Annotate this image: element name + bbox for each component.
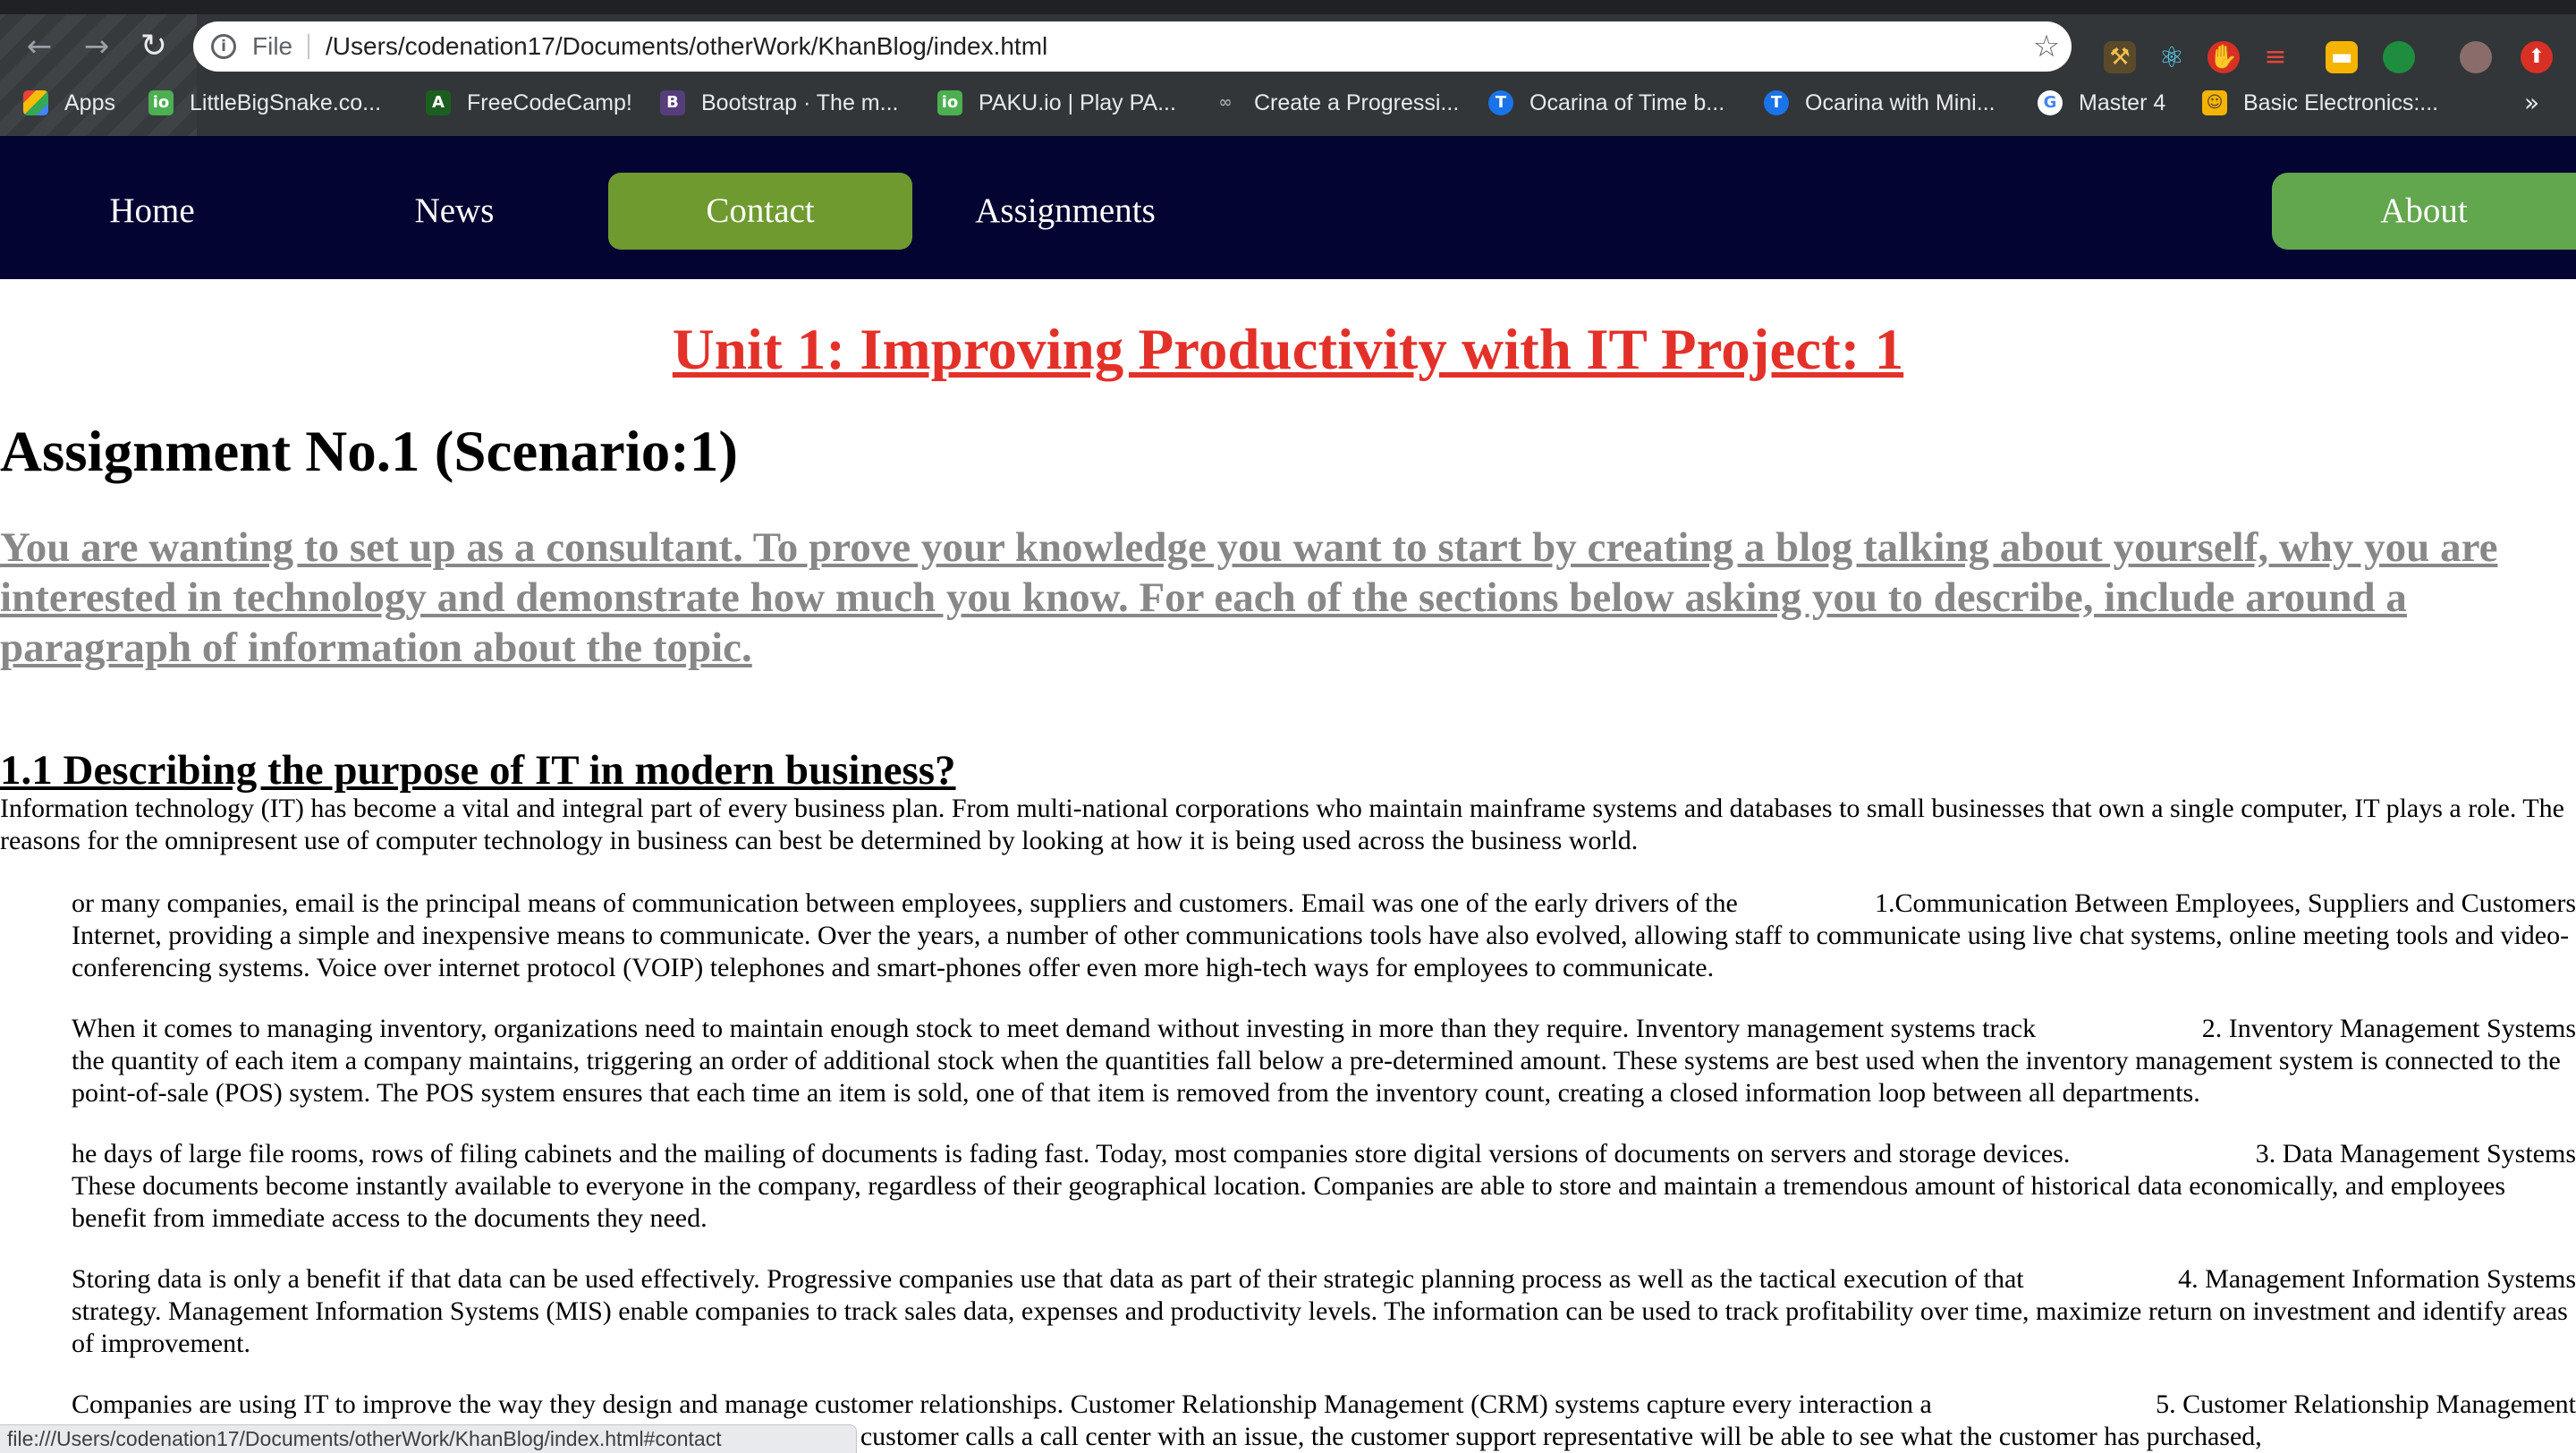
stop-hand-extension-icon[interactable]: ✋ — [2207, 41, 2240, 73]
reload-icon[interactable]: ↻ — [134, 27, 174, 66]
bookmarks-bar: Apps io LittleBigSnake.co... A FreeCodeC… — [0, 82, 2576, 123]
unit-title: Unit 1: Improving Productivity with IT P… — [672, 318, 1904, 382]
address-bar[interactable]: i File /Users/codenation17/Documents/oth… — [193, 21, 2072, 72]
block-body-text: Internet, providing a simple and inexpen… — [72, 921, 2570, 982]
profile-avatar[interactable] — [2460, 41, 2492, 73]
progressive-icon: ∞ — [1218, 93, 1233, 112]
page-content: Unit 1: Improving Productivity with IT P… — [0, 279, 2576, 1453]
electronics-icon: ☺ — [2202, 90, 2227, 115]
address-url[interactable]: /Users/codenation17/Documents/otherWork/… — [326, 21, 1047, 72]
info-block-inventory: When it comes to managing inventory, org… — [72, 1013, 2576, 1109]
block-body-text: These documents become instantly availab… — [72, 1171, 2506, 1233]
block-side-label: 4. Management Information Systems — [2178, 1263, 2576, 1296]
bookmark-star-icon[interactable]: ☆ — [2027, 27, 2066, 66]
update-arrow-icon[interactable]: ⬆ — [2521, 41, 2553, 73]
bookmark-freecodecamp[interactable]: A FreeCodeCamp! — [426, 82, 632, 123]
info-block-data-management: he days of large file rooms, rows of fil… — [72, 1138, 2576, 1235]
browser-chrome: ← → ↻ i File /Users/codenation17/Documen… — [0, 0, 2576, 136]
bookmark-label: Bootstrap · The m... — [701, 89, 899, 115]
block-side-label: 3. Data Management Systems — [2255, 1138, 2576, 1170]
paku-icon: io — [937, 90, 962, 115]
react-devtools-icon[interactable]: ⚛ — [2156, 41, 2188, 73]
bookmark-label: Master 4 — [2079, 89, 2166, 115]
section-heading: 1.1 Describing the purpose of IT in mode… — [0, 747, 956, 794]
block-side-label: 2. Inventory Management Systems — [2201, 1013, 2576, 1045]
bookmark-label: Create a Progressi... — [1254, 89, 1460, 115]
menu-lines-extension-icon[interactable]: ≡ — [2259, 41, 2292, 73]
bookmark-label: Ocarina of Time b... — [1530, 89, 1725, 115]
back-arrow-icon[interactable]: ← — [20, 27, 59, 66]
address-separator — [308, 34, 309, 59]
bookmark-label: FreeCodeCamp! — [467, 89, 632, 115]
google-icon: G — [2038, 90, 2063, 115]
block-side-label: 1.Communication Between Employees, Suppl… — [1874, 888, 2576, 920]
bookmark-ocarina-time[interactable]: T Ocarina of Time b... — [1488, 82, 1724, 123]
bookmark-label: PAKU.io | Play PA... — [979, 89, 1176, 115]
bootstrap-icon: B — [660, 90, 685, 115]
freecodecamp-icon: A — [426, 90, 451, 115]
littlebigsnake-icon: io — [148, 90, 174, 115]
bookmark-apps[interactable]: Apps — [23, 82, 115, 123]
chat-bubble-extension-icon[interactable] — [2383, 41, 2415, 73]
bookmark-ocarina-mini[interactable]: T Ocarina with Mini... — [1764, 82, 1996, 123]
block-body-text: the quantity of each item a company main… — [72, 1046, 2561, 1108]
block-body-text: strategy. Management Information Systems… — [72, 1296, 2568, 1358]
forward-arrow-icon[interactable]: → — [77, 27, 116, 66]
block-side-label: 5. Customer Relationship Management — [2156, 1389, 2576, 1421]
address-scheme-label: File — [252, 32, 293, 60]
nav-news-link[interactable]: News — [354, 173, 555, 250]
nav-about-button[interactable]: About — [2272, 173, 2576, 250]
bookmark-label: Apps — [64, 89, 115, 115]
bookmark-master4[interactable]: G Master 4 — [2038, 82, 2165, 123]
info-icon[interactable]: i — [211, 34, 236, 59]
hammer-extension-icon[interactable]: ⚒ — [2104, 41, 2136, 73]
intro-paragraph: Information technology (IT) has become a… — [0, 794, 2564, 855]
nav-contact-button[interactable]: Contact — [608, 173, 912, 250]
bookmark-electronics[interactable]: ☺ Basic Electronics:... — [2202, 82, 2438, 123]
link-status-bar: file:///Users/codenation17/Documents/oth… — [0, 1424, 857, 1453]
block-lead-text: he days of large file rooms, rows of fil… — [72, 1139, 2071, 1168]
bookmarks-overflow-button[interactable]: » — [2524, 82, 2539, 123]
info-block-mis: Storing data is only a benefit if that d… — [72, 1263, 2576, 1360]
scenario-text: You are wanting to set up as a consultan… — [0, 524, 2498, 671]
bookmark-littlebigsnake[interactable]: io LittleBigSnake.co... — [148, 82, 381, 123]
ocarina-icon: T — [1488, 90, 1513, 115]
block-lead-text: When it comes to managing inventory, org… — [72, 1014, 2037, 1043]
bookmark-label: Basic Electronics:... — [2243, 89, 2439, 115]
nav-assignments-link[interactable]: Assignments — [953, 173, 1177, 250]
tab-strip — [0, 0, 2576, 14]
info-block-communication: or many companies, email is the principa… — [72, 888, 2576, 984]
site-navbar: Home News Contact Assignments About — [0, 136, 2576, 279]
nav-home-link[interactable]: Home — [52, 173, 252, 250]
bookmark-label: LittleBigSnake.co... — [190, 89, 382, 115]
apps-grid-icon — [23, 90, 48, 115]
ocarina-icon: T — [1764, 90, 1789, 115]
bookmark-paku[interactable]: io PAKU.io | Play PA... — [937, 82, 1176, 123]
assignment-title: Assignment No.1 (Scenario:1) — [0, 420, 739, 484]
bookmark-progressive[interactable]: ∞ Create a Progressi... — [1213, 82, 1460, 123]
notes-extension-icon[interactable]: ▬ — [2326, 41, 2358, 73]
bookmark-bootstrap[interactable]: B Bootstrap · The m... — [660, 82, 898, 123]
browser-toolbar: ← → ↻ i File /Users/codenation17/Documen… — [0, 14, 2576, 79]
bookmark-label: Ocarina with Mini... — [1805, 89, 1996, 115]
